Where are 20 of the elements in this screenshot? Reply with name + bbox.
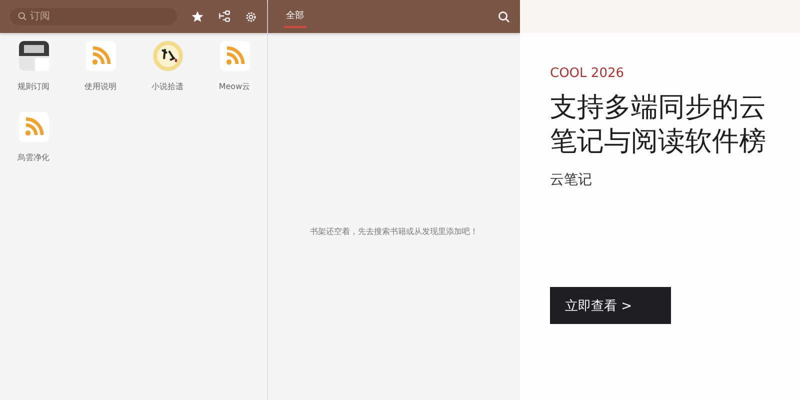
search-icon[interactable] [498,10,510,22]
subscription-label[interactable]: 烏雲净化 [18,152,50,163]
seal-icon[interactable] [152,41,182,71]
shelf-tab[interactable]: 全部 [284,5,306,28]
search-field[interactable]: 订阅 [10,8,177,25]
view-now-button[interactable]: 立即查看 > [550,287,671,324]
ad-brand: COOL 2026 [550,66,626,81]
search-input[interactable]: 订阅 [30,11,130,22]
subscription-label[interactable]: 小说拾遗 [152,81,184,92]
search-icon [18,12,27,21]
ad-headline: 支持多端同步的云 笔记与阅读软件榜 [550,91,766,159]
subscription-label[interactable]: 规则订阅 [18,81,50,92]
subscription-label[interactable]: 使用说明 [84,81,116,92]
ad-subtitle: 云笔记 [550,171,592,189]
empty-message: 书架还空着，先去搜索书籍或从发现里添加吧！ [310,226,478,238]
star-icon[interactable] [191,10,204,23]
settings-icon[interactable] [245,10,257,22]
subscription-label[interactable]: Meow云 [218,81,250,92]
nodes-icon[interactable] [218,10,231,23]
app-icon[interactable] [18,41,48,71]
